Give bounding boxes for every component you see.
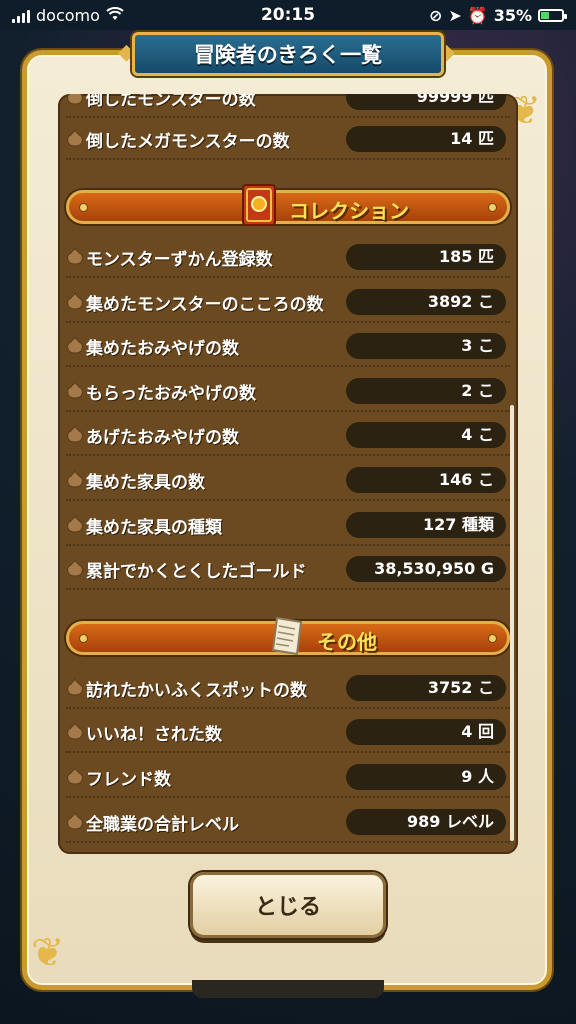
record-label: 集めた家具の数 bbox=[86, 473, 205, 493]
record-value: 989 レベル bbox=[346, 808, 506, 835]
scrollbar[interactable] bbox=[510, 405, 514, 841]
bullet-icon bbox=[66, 128, 84, 147]
record-value: 3752 こ bbox=[346, 674, 506, 701]
record-row: 集めたおみやげの数 3 こ bbox=[58, 323, 518, 368]
record-row: いいね！された数 4 回 bbox=[58, 709, 518, 754]
bullet-icon bbox=[66, 291, 84, 310]
bullet-icon bbox=[66, 380, 84, 399]
record-value: 3892 こ bbox=[346, 288, 506, 315]
record-row: フレンド数 9 人 bbox=[58, 754, 518, 798]
record-value: 127 種類 bbox=[346, 511, 506, 538]
row-divider bbox=[66, 840, 510, 843]
record-value: 9 人 bbox=[346, 764, 506, 790]
record-row: 倒したメガモンスターの数 14 匹 bbox=[58, 116, 518, 160]
location-icon: ➤ bbox=[448, 6, 462, 25]
section-title: その他 bbox=[317, 629, 377, 654]
bullet-icon bbox=[66, 246, 84, 265]
stud-icon bbox=[488, 203, 497, 212]
record-label: モンスターずかん登録数 bbox=[86, 250, 273, 270]
record-row: 累計でかくとくしたゴールド 38,530,950 G bbox=[58, 546, 518, 591]
page-title: 冒険者のきろく一覧 bbox=[132, 32, 444, 76]
book-icon bbox=[239, 183, 279, 231]
record-label: 訪れたかいふくスポットの数 bbox=[86, 680, 307, 701]
record-row: もらったおみやげの数 2 こ bbox=[58, 368, 518, 412]
row-divider bbox=[66, 158, 510, 160]
battery-icon bbox=[538, 9, 567, 22]
bullet-icon bbox=[66, 558, 84, 577]
record-label: 集めたおみやげの数 bbox=[86, 339, 239, 360]
record-value: 185 匹 bbox=[346, 244, 506, 270]
section-title: コレクション bbox=[289, 199, 409, 223]
bottom-tab bbox=[192, 980, 384, 998]
corner-ornament-icon: ❦ bbox=[31, 930, 65, 976]
record-row: 集めた家具の種類 127 種類 bbox=[58, 502, 518, 546]
record-row: 集めたモンスターのこころの数 3892 こ bbox=[58, 279, 518, 323]
status-bar: docomo 20:15 ⊘ ➤ ⏰ 35% bbox=[0, 0, 576, 32]
bullet-icon bbox=[66, 335, 84, 354]
bullet-icon bbox=[66, 721, 84, 740]
battery-percent: 35% bbox=[493, 6, 532, 25]
record-row: モンスターずかん登録数 185 匹 bbox=[58, 234, 518, 278]
scroll-icon bbox=[267, 614, 307, 662]
record-label: 倒したメガモンスターの数 bbox=[86, 132, 290, 152]
record-label: もらったおみやげの数 bbox=[86, 383, 256, 404]
record-label: あげたおみやげの数 bbox=[86, 428, 239, 449]
record-label: 集めたモンスターのこころの数 bbox=[86, 294, 324, 315]
record-row: 全職業の合計レベル 989 レベル bbox=[58, 799, 518, 843]
record-value: 99999 匹 bbox=[346, 94, 506, 110]
record-label: 全職業の合計レベル bbox=[86, 814, 239, 835]
record-value: 14 匹 bbox=[346, 126, 506, 152]
bullet-icon bbox=[66, 469, 84, 488]
bullet-icon bbox=[66, 94, 84, 105]
stud-icon bbox=[79, 203, 88, 212]
bullet-icon bbox=[66, 677, 84, 696]
records-list[interactable]: 倒したモンスターの数 99999 匹倒したメガモンスターの数 14 匹コレクションモ… bbox=[58, 94, 518, 854]
record-label: フレンド数 bbox=[86, 770, 171, 790]
record-value: 2 こ bbox=[346, 377, 506, 404]
record-row: 訪れたかいふくスポットの数 3752 こ bbox=[58, 665, 518, 709]
close-button[interactable]: とじる bbox=[190, 872, 386, 938]
row-divider bbox=[66, 588, 510, 591]
bullet-icon bbox=[66, 766, 84, 785]
bullet-icon bbox=[66, 514, 84, 533]
record-value: 4 回 bbox=[346, 719, 506, 746]
alarm-icon: ⏰ bbox=[467, 6, 488, 25]
record-value: 38,530,950 G bbox=[346, 556, 506, 583]
record-label: 累計でかくとくしたゴールド bbox=[86, 562, 307, 583]
stud-icon bbox=[488, 633, 497, 643]
record-row: あげたおみやげの数 4 こ bbox=[58, 412, 518, 457]
record-label: 倒したモンスターの数 bbox=[86, 94, 256, 110]
record-row: 集めた家具の数 146 こ bbox=[58, 457, 518, 501]
record-label: いいね！された数 bbox=[86, 725, 222, 746]
record-value: 4 こ bbox=[346, 422, 506, 449]
record-value: 146 こ bbox=[346, 467, 506, 493]
record-value: 3 こ bbox=[346, 333, 506, 360]
bullet-icon bbox=[66, 811, 84, 830]
rotation-lock-icon: ⊘ bbox=[428, 6, 443, 25]
section-banner: その他 bbox=[66, 616, 510, 655]
section-banner: コレクション bbox=[66, 184, 510, 226]
record-row: 倒したモンスターの数 99999 匹 bbox=[58, 94, 518, 118]
stud-icon bbox=[79, 633, 88, 643]
record-label: 集めた家具の種類 bbox=[86, 517, 222, 538]
bullet-icon bbox=[66, 424, 84, 443]
